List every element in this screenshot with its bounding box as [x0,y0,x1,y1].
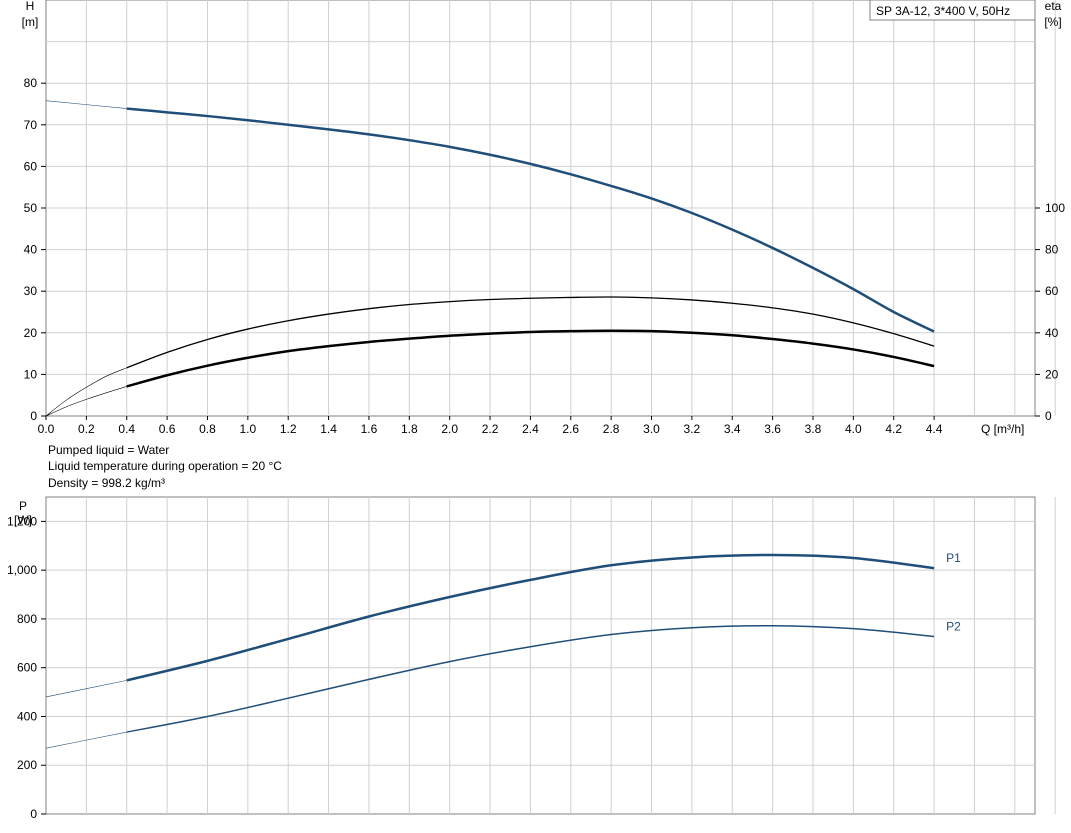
power-tick-label: 0 [30,807,37,821]
flow-tick-label: 3.0 [643,422,660,436]
head-tick-label: 70 [24,118,38,132]
note-density: Density = 998.2 kg/m³ [48,476,165,490]
note-liquid-temperature: Liquid temperature during operation = 20… [48,459,282,473]
flow-axis-ticks: 0.0 0.2 0.4 0.6 0.8 1.0 1.2 1.4 1.6 1.8 2.0 2.2 2.4 2… [38,416,943,436]
efficiency-tick-label: 80 [1045,243,1059,257]
efficiency-tick-label: 20 [1045,367,1059,381]
head-axis-unit: [m] [22,15,39,29]
flow-tick-label: 2.2 [482,422,499,436]
head-tick-label: 40 [24,243,38,257]
note-pumped-liquid: Pumped liquid = Water [48,443,169,457]
flow-tick-label: 0.8 [199,422,216,436]
flow-tick-label: 0.0 [38,422,55,436]
liquid-notes: Pumped liquid = Water Liquid temperature… [48,443,282,490]
flow-tick-label: 2.4 [522,422,539,436]
flow-tick-label: 3.8 [805,422,822,436]
power-plot: 02004006008001,0001,200 P1P2 P [W] [7,496,1056,821]
pump-performance-chart: 0.0 0.2 0.4 0.6 0.8 1.0 1.2 1.4 1.6 1.8 2.0 2.2 2.4 2… [7,0,1065,821]
p2-curve-label: P2 [946,619,961,633]
power-tick-label: 200 [17,758,37,772]
flow-tick-label: 4.2 [885,422,902,436]
head-tick-label: 30 [24,284,38,298]
power-tick-label: 800 [17,612,37,626]
flow-tick-label: 3.4 [724,422,741,436]
efficiency-axis-title: eta [1045,0,1062,13]
power-axis-title: P [19,499,27,513]
efficiency-tick-label: 40 [1045,326,1059,340]
efficiency-tick-label: 60 [1045,284,1059,298]
flow-tick-label: 0.2 [78,422,95,436]
flow-tick-label: 0.6 [159,422,176,436]
p1-curve-label: P1 [946,551,961,565]
flow-axis-label: Q [m³/h] [981,422,1024,436]
flow-tick-label: 3.2 [684,422,701,436]
head-axis-title: H [26,0,35,13]
flow-tick-label: 1.4 [320,422,337,436]
flow-tick-label: 2.8 [603,422,620,436]
head-tick-label: 50 [24,201,38,215]
flow-tick-label: 4.0 [845,422,862,436]
efficiency-tick-label: 0 [1045,409,1052,423]
flow-tick-label: 2.6 [562,422,579,436]
head-tick-label: 10 [24,367,38,381]
head-tick-label: 20 [24,326,38,340]
power-axis-ticks: 02004006008001,0001,200 [7,514,46,821]
flow-tick-label: 4.4 [926,422,943,436]
head-tick-label: 60 [24,159,38,173]
flow-tick-label: 1.0 [239,422,256,436]
flow-tick-label: 1.8 [401,422,418,436]
flow-tick-label: 2.0 [441,422,458,436]
chart-title: SP 3A-12, 3*400 V, 50Hz [876,4,1010,18]
efficiency-axis-unit: [%] [1044,15,1061,29]
flow-tick-label: 3.6 [764,422,781,436]
head-axis-ticks: 0 10 20 30 40 50 60 70 80 [24,76,46,423]
power-tick-label: 600 [17,661,37,675]
head-efficiency-plot: 0.0 0.2 0.4 0.6 0.8 1.0 1.2 1.4 1.6 1.8 2.0 2.2 2.4 2… [22,0,1065,436]
power-tick-label: 1,000 [7,563,37,577]
efficiency-tick-label: 100 [1045,201,1065,215]
power-tick-label: 400 [17,709,37,723]
flow-tick-label: 1.2 [280,422,297,436]
flow-tick-label: 0.4 [118,422,135,436]
head-tick-label: 80 [24,76,38,90]
power-axis-unit: [W] [14,513,32,527]
power-plot-area [45,496,1036,815]
flow-tick-label: 1.6 [361,422,378,436]
efficiency-axis-ticks: 0 20 40 60 80 100 [1035,201,1065,423]
head-tick-label: 0 [30,409,37,423]
